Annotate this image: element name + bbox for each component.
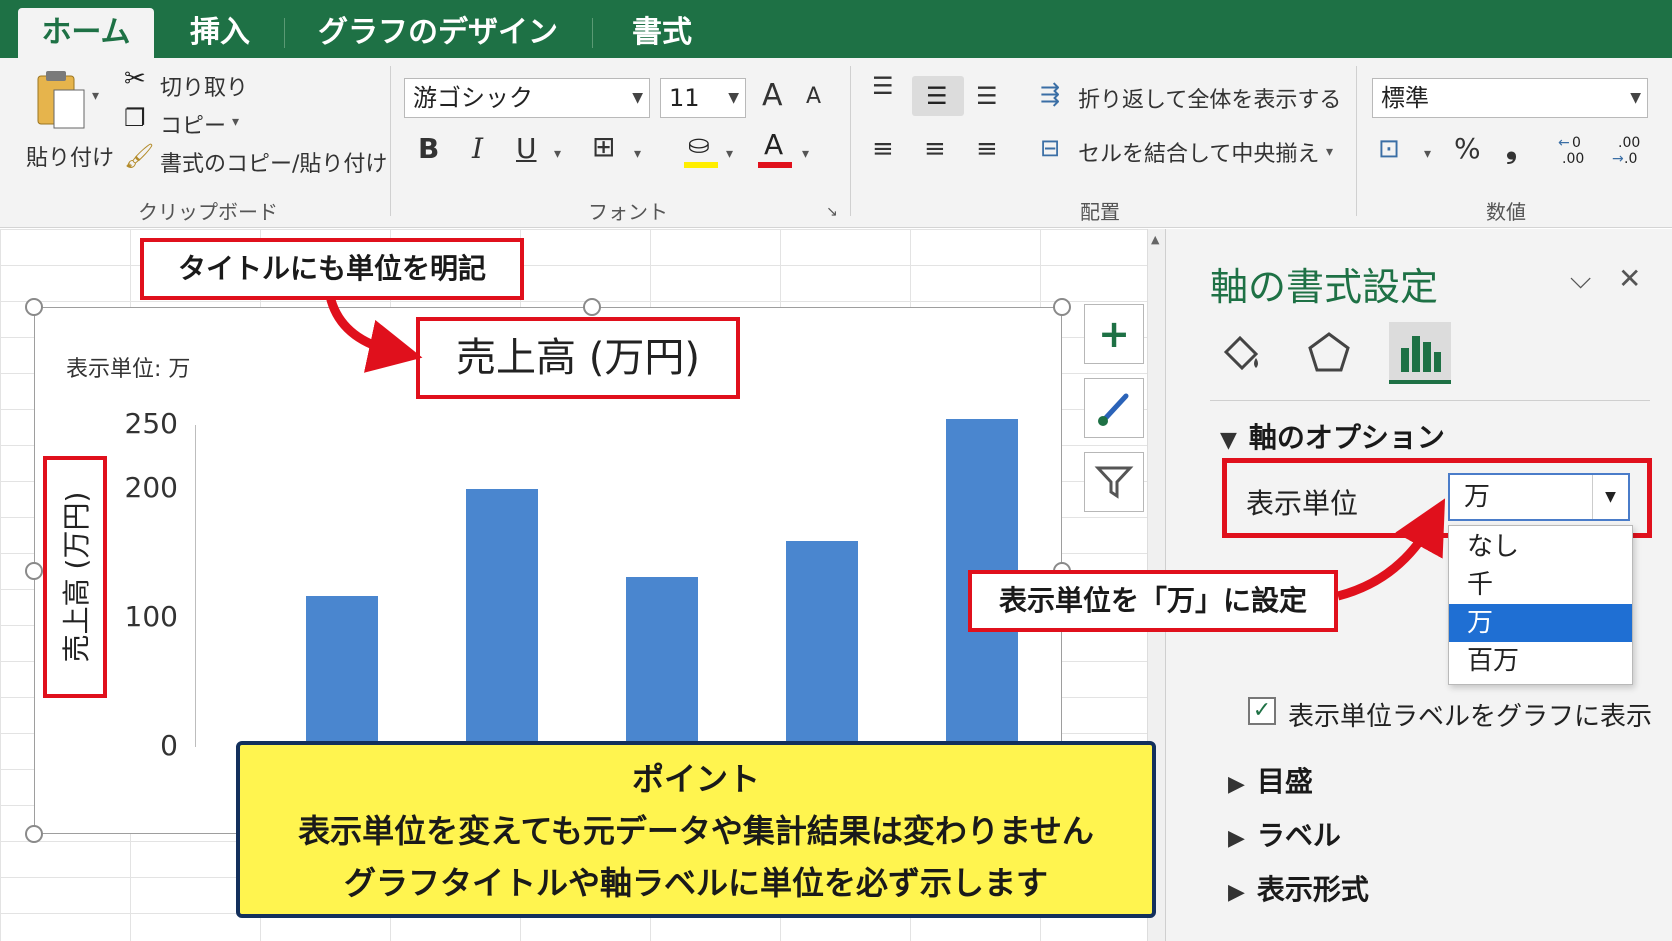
point-line-2: グラフタイトルや軸ラベルに単位を必ず示します (343, 864, 1048, 902)
title-unit-callout-text: タイトルにも単位を明記 (177, 252, 486, 285)
point-line-1: 表示単位を変えても元データや集計結果は変わりません (298, 812, 1094, 850)
point-note-box: ポイント 表示単位を変えても元データや集計結果は変わりません グラフタイトルや軸… (236, 741, 1156, 918)
title-unit-callout: タイトルにも単位を明記 (140, 238, 524, 300)
display-unit-callout-text: 表示単位を「万」に設定 (998, 584, 1307, 617)
unit-arrow (1336, 498, 1446, 601)
title-arrow (325, 294, 423, 373)
display-unit-callout: 表示単位を「万」に設定 (968, 570, 1338, 632)
point-heading: ポイント (631, 760, 760, 798)
